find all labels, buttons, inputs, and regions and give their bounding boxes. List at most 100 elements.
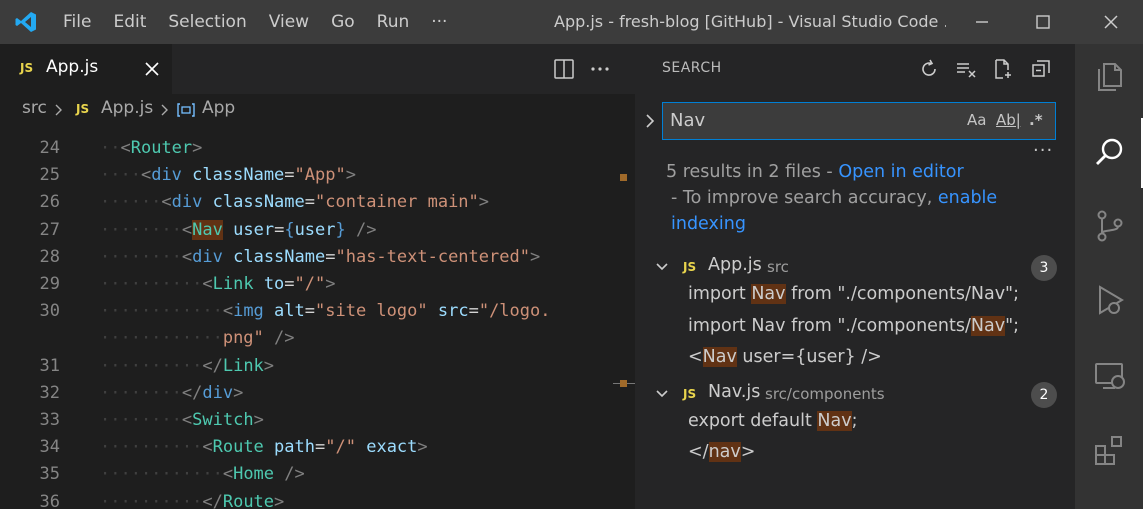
code-line: 32 ········</div> [0, 380, 635, 407]
result-file-row[interactable]: JS Nav.js src/components 2 [635, 379, 1075, 409]
search-hint: - To improve search accuracy, enable [671, 188, 998, 208]
editor-tabs-bar: JS App.js [0, 44, 635, 94]
search-match-line[interactable]: import Nav from "./components/Nav"; [688, 284, 1019, 304]
toggle-replace-icon[interactable] [643, 112, 657, 130]
menu-bar: File Edit Selection View Go Run ··· [52, 0, 458, 44]
menu-more[interactable]: ··· [420, 0, 458, 44]
search-input[interactable]: Nav Aa Ab| .* [662, 102, 1056, 140]
result-count-badge: 2 [1031, 381, 1057, 408]
search-match-line[interactable]: import Nav from "./components/Nav"; [688, 315, 1019, 336]
overview-ruler-mark [620, 380, 627, 387]
match-case-toggle[interactable]: Aa [967, 111, 986, 129]
chevron-down-icon[interactable] [655, 261, 669, 273]
line-number: 26 [39, 192, 60, 213]
results-summary: 5 results in 2 files - Open in editor [666, 162, 964, 182]
overview-ruler-mark [620, 174, 627, 181]
split-editor-icon[interactable] [552, 57, 576, 81]
breadcrumb-symbol[interactable]: App [202, 98, 235, 118]
run-debug-icon[interactable] [1092, 282, 1128, 318]
chevron-right-icon [55, 104, 62, 116]
code-text: ··········<Link to="/"> [100, 274, 336, 294]
result-file-path: src/components [765, 384, 885, 403]
menu-go[interactable]: Go [320, 0, 366, 44]
js-file-icon: JS [20, 61, 34, 75]
symbol-variable-icon [177, 103, 195, 117]
result-count-badge: 3 [1031, 255, 1057, 281]
new-search-editor-icon[interactable] [992, 58, 1014, 80]
vscode-logo-icon [0, 0, 52, 44]
code-line: 25 ····<div className="App"> [0, 162, 635, 189]
code-text: ··········</Route> [100, 491, 285, 509]
breadcrumb-file[interactable]: App.js [101, 98, 153, 118]
code-line: 30 ············<img alt="site logo" src="… [0, 298, 635, 325]
line-number: 32 [39, 382, 60, 403]
code-text: ··<Router> [100, 138, 203, 158]
close-icon [1104, 15, 1118, 29]
use-regex-toggle[interactable]: .* [1029, 111, 1043, 129]
code-line: ············png" /> [0, 325, 635, 352]
code-text: ········</div> [100, 382, 244, 403]
search-match-line[interactable]: </nav> [688, 442, 755, 462]
breadcrumb-folder[interactable]: src [22, 98, 47, 118]
js-file-icon: JS [76, 102, 90, 116]
search-hint-cont: indexing [671, 214, 746, 234]
extensions-icon[interactable] [1092, 432, 1128, 468]
code-line: 29 ··········<Link to="/"> [0, 271, 635, 298]
code-line: 35 ············<Home /> [0, 461, 635, 488]
menu-file[interactable]: File [52, 0, 102, 44]
line-number: 24 [39, 138, 60, 158]
maximize-button[interactable] [1013, 0, 1073, 44]
open-in-editor-link[interactable]: Open in editor [838, 162, 963, 182]
code-line: 33 ········<Switch> [0, 407, 635, 434]
search-match-line[interactable]: export default Nav; [688, 410, 857, 431]
enable-indexing-link-cont[interactable]: indexing [671, 214, 746, 234]
chevron-down-icon[interactable] [655, 388, 669, 400]
code-text: ······<div className="container main"> [100, 192, 490, 213]
search-match-line[interactable]: <Nav user={user} /> [688, 347, 882, 367]
line-number: 29 [39, 274, 60, 294]
minimize-icon [976, 21, 988, 23]
collapse-all-icon[interactable] [1030, 58, 1052, 80]
match-whole-word-toggle[interactable]: Ab| [996, 111, 1021, 129]
minimize-button[interactable] [952, 0, 1012, 44]
breadcrumb: src JS App.js App [0, 94, 635, 124]
code-text: ····<div className="App"> [100, 165, 356, 186]
close-window-button[interactable] [1081, 0, 1141, 44]
remote-explorer-icon[interactable] [1092, 358, 1128, 394]
menu-run[interactable]: Run [366, 0, 421, 44]
js-file-icon: JS [683, 386, 697, 401]
tab-close-icon[interactable] [143, 60, 161, 78]
code-text: ··········<Route path="/" exact> [100, 437, 428, 458]
more-actions-icon[interactable] [588, 57, 612, 81]
code-editor[interactable]: 24 ··<Router> 25 ····<div className="App"> 2… [0, 124, 635, 509]
refresh-icon[interactable] [918, 58, 940, 80]
explorer-icon[interactable] [1092, 58, 1128, 94]
source-control-icon[interactable] [1092, 208, 1128, 244]
menu-view[interactable]: View [258, 0, 320, 44]
search-details-icon[interactable]: ··· [1033, 140, 1053, 161]
line-number: 30 [39, 301, 60, 322]
code-text: ··········</Link> [100, 355, 275, 376]
line-number: 36 [39, 491, 60, 509]
menu-selection[interactable]: Selection [157, 0, 257, 44]
line-number: 25 [39, 165, 60, 186]
match-highlight: Nav [751, 284, 786, 304]
match-highlight: nav [708, 442, 741, 462]
title-bar: File Edit Selection View Go Run ··· App.… [0, 0, 1143, 44]
line-number: 35 [39, 464, 60, 485]
result-file-name: App.js [708, 255, 762, 275]
code-text: ········<div className="has-text-centere… [100, 246, 541, 267]
code-text: ············<img alt="site logo" src="/l… [100, 301, 551, 322]
result-file-row[interactable]: JS App.js src 3 [635, 252, 1075, 282]
tab-label: App.js [46, 57, 99, 77]
clear-results-icon[interactable] [955, 58, 977, 80]
search-icon[interactable] [1092, 134, 1128, 170]
line-number: 34 [39, 437, 60, 458]
line-number: 33 [39, 410, 60, 430]
code-line: 28 ········<div className="has-text-cente… [0, 244, 635, 271]
tab-app-js[interactable]: JS App.js [0, 44, 172, 94]
code-line: 26 ······<div className="container main"> [0, 189, 635, 216]
enable-indexing-link[interactable]: enable [938, 188, 997, 208]
menu-edit[interactable]: Edit [102, 0, 157, 44]
line-number: 31 [39, 355, 60, 376]
